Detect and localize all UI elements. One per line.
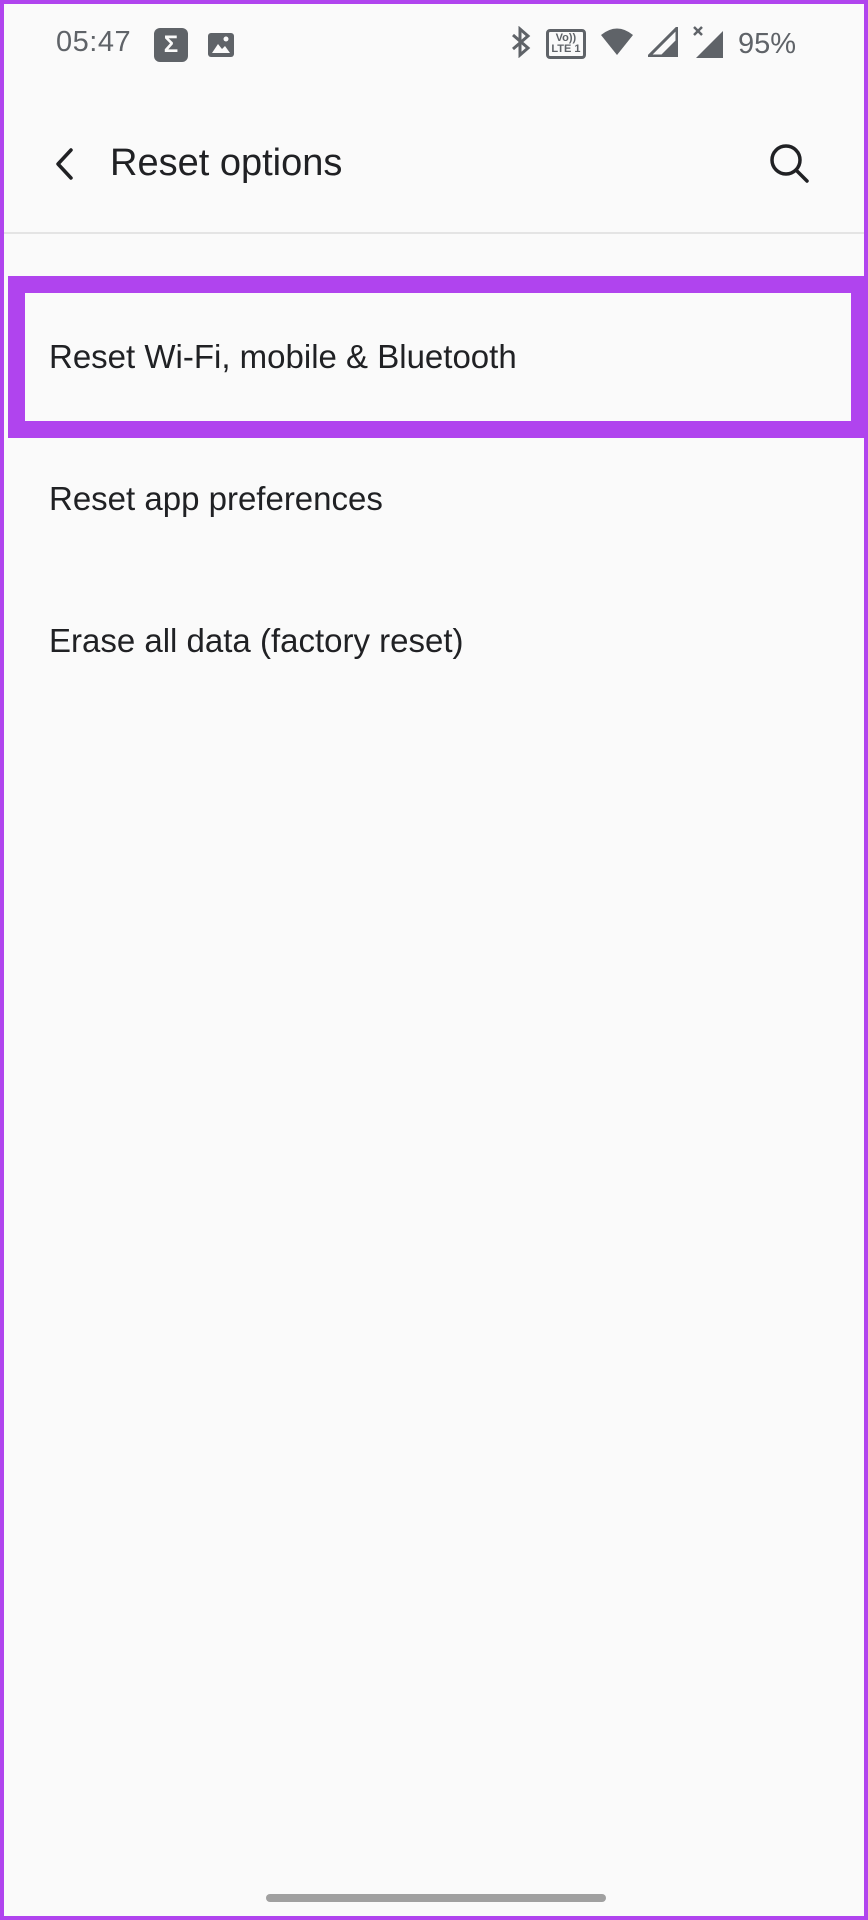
bluetooth-icon bbox=[510, 25, 532, 63]
search-button[interactable] bbox=[762, 136, 816, 190]
top-app-bar: Reset options bbox=[4, 104, 864, 224]
option-label: Reset app preferences bbox=[49, 480, 383, 517]
volte-bottom-label: LTE 1 bbox=[551, 43, 581, 55]
sigma-icon: Σ bbox=[154, 28, 188, 62]
search-icon bbox=[770, 144, 809, 183]
status-icons: Vo)) LTE 1 95% bbox=[510, 23, 796, 64]
option-factory-reset[interactable]: Erase all data (factory reset) bbox=[4, 570, 864, 712]
option-reset-app-preferences[interactable]: Reset app preferences bbox=[4, 428, 864, 570]
page-title: Reset options bbox=[110, 142, 343, 184]
signal-no-service-icon bbox=[692, 25, 724, 64]
option-reset-network[interactable]: Reset Wi-Fi, mobile & Bluetooth bbox=[4, 286, 864, 428]
image-icon bbox=[204, 28, 238, 62]
battery-percentage: 95% bbox=[737, 27, 796, 60]
screen-frame: 05:47 Σ Vo)) LTE 1 95% Reset options Res… bbox=[0, 0, 868, 1920]
wifi-icon bbox=[600, 27, 634, 62]
status-bar: 05:47 Σ Vo)) LTE 1 95% bbox=[4, 4, 864, 82]
option-label: Reset Wi-Fi, mobile & Bluetooth bbox=[49, 338, 517, 375]
option-label: Erase all data (factory reset) bbox=[49, 622, 464, 659]
status-time: 05:47 bbox=[56, 26, 132, 58]
volte-icon: Vo)) LTE 1 bbox=[545, 29, 586, 59]
header-divider bbox=[4, 232, 864, 234]
signal-icon bbox=[645, 23, 679, 62]
home-indicator[interactable] bbox=[266, 1894, 606, 1902]
back-chevron-icon bbox=[56, 148, 73, 180]
back-button[interactable] bbox=[44, 140, 84, 188]
